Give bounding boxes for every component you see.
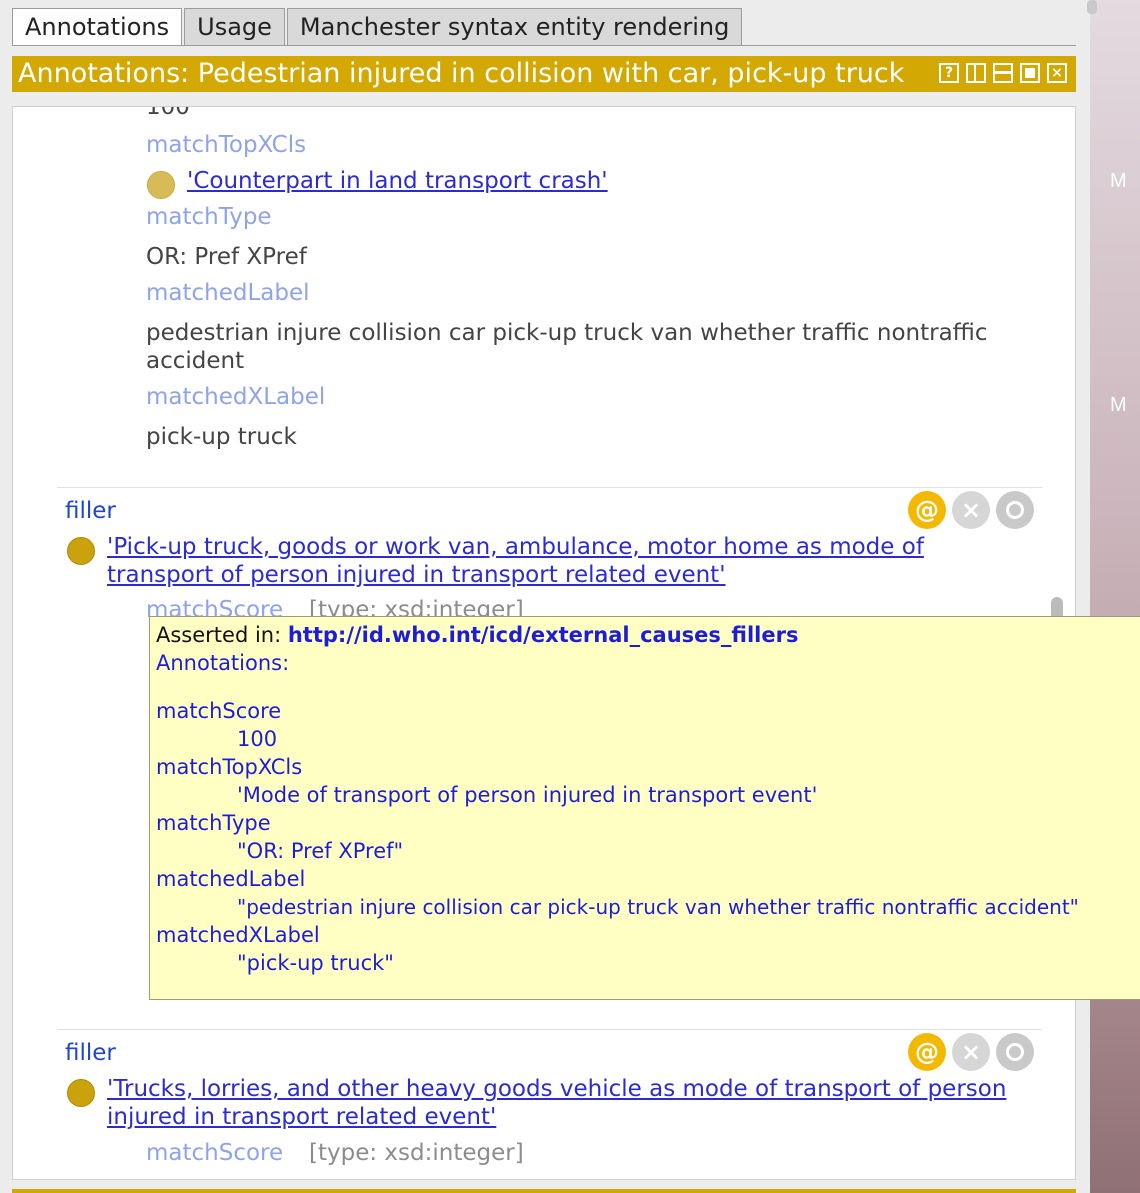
annotate-icon[interactable]: @ [908,1033,946,1071]
window-scrollbar[interactable] [1087,0,1097,14]
explain-icon[interactable] [996,491,1034,529]
row-separator [57,487,1042,488]
annotation-property[interactable]: matchedXLabel [146,384,325,410]
tooltip-annotations-label: Annotations: [156,651,290,675]
next-view-title-edge [12,1189,1076,1193]
datatype-label: [type: xsd:integer] [309,1140,524,1166]
annotation-value: 100 [146,106,190,120]
annotate-icon[interactable]: @ [908,491,946,529]
tooltip-value: 100 [237,727,278,751]
individual-dot-icon [67,537,95,565]
entity-link-continued[interactable]: transport of person injured in transport… [107,562,726,588]
entity-link[interactable]: 'Trucks, lorries, and other heavy goods … [107,1076,1006,1102]
filler-property[interactable]: filler [65,1040,116,1066]
annotation-value: pedestrian injure collision car pick-up … [146,320,988,346]
tooltip-value: "OR: Pref XPref" [237,839,404,863]
view-title: Annotations: Pedestrian injured in colli… [18,58,905,89]
tooltip-ontology-iri: http://id.who.int/icd/external_causes_fi… [287,623,799,647]
explain-icon[interactable] [996,1033,1034,1071]
tooltip-key: matchType [156,811,271,835]
annotation-property[interactable]: matchScore [146,1140,283,1166]
annotation-tooltip: Asserted in: http://id.who.int/icd/exter… [149,616,1140,1000]
desktop-background: M M [1090,0,1140,1193]
tab-divider [12,45,1076,46]
tooltip-key: matchScore [156,699,282,723]
view-title-bar: Annotations: Pedestrian injured in colli… [12,56,1076,92]
desktop-letter: M [1110,170,1127,192]
desktop-letter: M [1110,394,1127,416]
maximize-view-icon[interactable] [1020,63,1040,83]
split-view-icon[interactable] [966,63,986,83]
minimize-view-icon[interactable] [993,63,1013,83]
delete-icon[interactable]: × [952,1033,990,1071]
entity-link-continued[interactable]: injured in transport related event' [107,1104,496,1130]
tooltip-key: matchedLabel [156,867,306,891]
tooltip-asserted-label: Asserted in: [156,623,288,647]
tooltip-value: 'Mode of transport of person injured in … [237,783,818,807]
tooltip-key: matchTopXCls [156,755,303,779]
tooltip-value: "pedestrian injure collision car pick-up… [237,895,1079,919]
tooltip-key: matchedXLabel [156,923,320,947]
individual-dot-icon [67,1079,95,1107]
individual-dot-icon [147,171,175,199]
tab-annotations[interactable]: Annotations [12,8,183,45]
tab-manchester-syntax[interactable]: Manchester syntax entity rendering [286,8,743,45]
annotation-value: accident [146,348,245,374]
close-view-icon[interactable]: × [1047,63,1067,83]
annotation-property[interactable]: matchType [146,204,272,230]
annotation-property[interactable]: matchTopXCls [146,132,306,158]
filler-property[interactable]: filler [65,498,116,524]
delete-icon[interactable]: × [952,491,990,529]
tab-usage[interactable]: Usage [184,8,285,45]
annotation-value: pick-up truck [146,424,297,450]
annotation-property[interactable]: matchedLabel [146,280,310,306]
tooltip-value: "pick-up truck" [237,951,394,975]
help-icon[interactable]: ? [939,63,959,83]
row-separator [57,1029,1042,1030]
annotation-value: OR: Pref XPref [146,244,307,270]
entity-link[interactable]: 'Pick-up truck, goods or work van, ambul… [107,534,924,560]
tab-bar: Annotations Usage Manchester syntax enti… [12,8,744,46]
entity-link[interactable]: 'Counterpart in land transport crash' [187,168,608,194]
